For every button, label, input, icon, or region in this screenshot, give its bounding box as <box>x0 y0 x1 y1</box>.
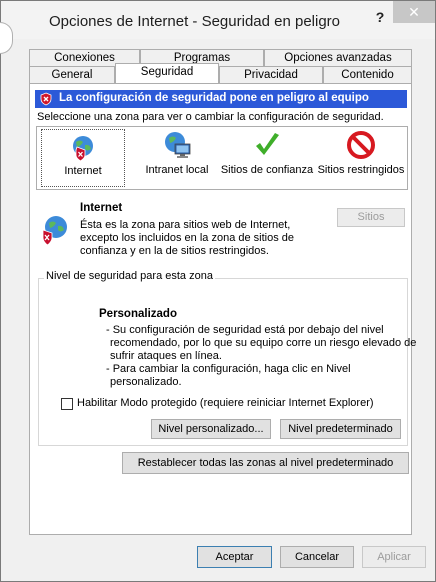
apply-button[interactable]: Aplicar <box>362 546 426 568</box>
zone-description-line-1: Ésta es la zona para sitios web de Inter… <box>80 219 291 231</box>
zone-sitios-restringidos[interactable]: Sitios restringidos <box>315 127 407 189</box>
window-title: Opciones de Internet - Seguridad en peli… <box>49 13 341 30</box>
security-level-line-5: personalizado. <box>110 376 182 388</box>
security-level-line-2: recomendado, por lo que su equipo corre … <box>110 337 417 349</box>
zone-list: Internet Intranet local Sitios de confia… <box>36 126 408 190</box>
zone-label-confianza: Sitios de confianza <box>220 164 314 176</box>
zone-label-restringidos: Sitios restringidos <box>317 164 405 176</box>
tab-general[interactable]: General <box>29 66 115 83</box>
close-button[interactable]: ✕ <box>393 1 435 23</box>
security-level-line-1: - Su configuración de seguridad está por… <box>106 324 384 336</box>
tab-opciones-avanzadas[interactable]: Opciones avanzadas <box>264 49 412 66</box>
ok-button[interactable]: Aceptar <box>197 546 272 568</box>
zone-label-intranet: Intranet local <box>145 164 209 176</box>
zone-sitios-de-confianza[interactable]: Sitios de confianza <box>219 127 315 189</box>
security-level-title: Personalizado <box>99 308 177 320</box>
selected-zone-name: Internet <box>80 202 123 214</box>
protected-mode-label[interactable]: Habilitar Modo protegido (requiere reini… <box>77 397 374 409</box>
security-level-line-4: - Para cambiar la configuración, haga cl… <box>106 363 351 375</box>
sites-button[interactable]: Sitios <box>337 208 405 227</box>
title-bar: Opciones de Internet - Seguridad en peli… <box>1 1 435 39</box>
no-entry-icon <box>346 130 376 163</box>
zone-description-line-2: excepto los incluidos en la zona de siti… <box>80 232 295 244</box>
zone-internet[interactable]: Internet <box>41 129 125 187</box>
selected-zone-icon <box>38 213 72 250</box>
security-level-line-3: sufrir ataques en línea. <box>110 350 222 362</box>
network-computer-icon <box>161 130 193 163</box>
warning-shield-icon <box>39 92 53 109</box>
checkmark-icon <box>252 130 282 163</box>
tab-seguridad[interactable]: Seguridad <box>115 63 219 83</box>
reset-all-zones-button[interactable]: Restablecer todas las zonas al nivel pre… <box>122 452 409 474</box>
cancel-button[interactable]: Cancelar <box>280 546 354 568</box>
zone-prompt: Seleccione una zona para ver o cambiar l… <box>37 111 384 123</box>
zone-intranet-local[interactable]: Intranet local <box>135 127 219 189</box>
default-level-button[interactable]: Nivel predeterminado <box>280 419 401 439</box>
zone-description-line-3: confianza y en la de sitios restringidos… <box>80 245 269 257</box>
security-level-group-label: Nivel de seguridad para esta zona <box>44 270 215 282</box>
tab-privacidad[interactable]: Privacidad <box>219 66 323 83</box>
custom-level-button[interactable]: Nivel personalizado... <box>151 419 271 439</box>
protected-mode-checkbox[interactable] <box>61 398 73 410</box>
help-button[interactable]: ? <box>373 9 387 25</box>
tab-contenido[interactable]: Contenido <box>323 66 412 83</box>
globe-shield-icon <box>68 133 98 166</box>
security-warning-bar: La configuración de seguridad pone en pe… <box>35 90 407 108</box>
zone-label-internet: Internet <box>64 165 102 177</box>
warning-text: La configuración de seguridad pone en pe… <box>59 92 369 104</box>
